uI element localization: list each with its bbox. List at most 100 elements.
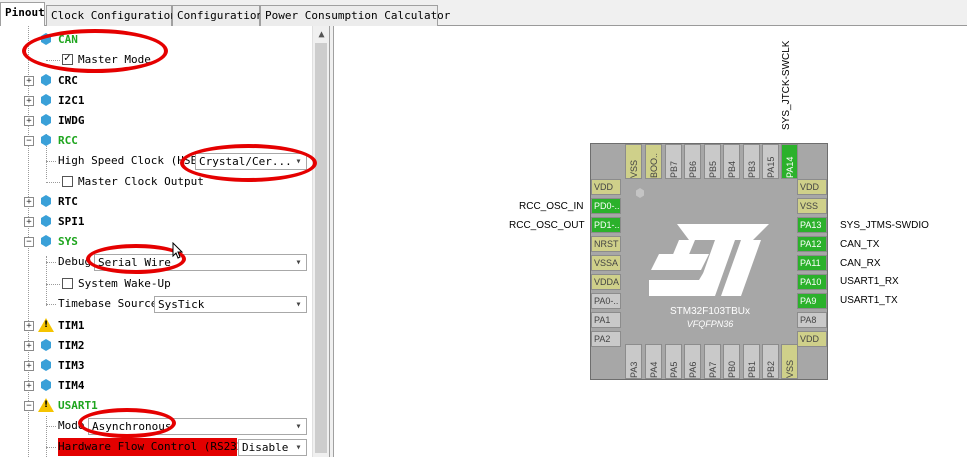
- expand-icon[interactable]: +: [24, 116, 34, 126]
- expand-icon[interactable]: +: [24, 341, 34, 351]
- tab-bar: Pinout Clock Configuration Configuration…: [0, 0, 967, 27]
- tree-node-spi1[interactable]: + SPI1: [0, 214, 312, 234]
- tree-leaf-flow-control: Hardware Flow Control (RS232) Disable ▾: [0, 439, 312, 457]
- dropdown-arrow-icon[interactable]: ▾: [291, 297, 306, 312]
- tab-power-consumption-calculator[interactable]: Power Consumption Calculator: [260, 5, 450, 26]
- pin-signal-label-pd1: RCC_OSC_OUT: [509, 220, 585, 231]
- flow-control-select[interactable]: Disable ▾: [238, 439, 307, 456]
- pin-top-pa15[interactable]: PA15: [762, 144, 779, 179]
- warning-icon: !: [38, 398, 54, 412]
- collapse-icon[interactable]: −: [24, 237, 34, 247]
- node-label: TIM3: [58, 359, 85, 372]
- pin-right-pa11[interactable]: PA11: [797, 255, 827, 271]
- tree-node-tim3[interactable]: + TIM3: [0, 358, 312, 378]
- tree-node-tim1[interactable]: + ! TIM1: [0, 318, 312, 338]
- tab-pinout[interactable]: Pinout: [0, 2, 45, 27]
- pin-bottom-pa6[interactable]: PA6: [684, 344, 701, 379]
- pin-bottom-pb0[interactable]: PB0: [723, 344, 740, 379]
- tree-node-tim4[interactable]: + TIM4: [0, 378, 312, 398]
- pin-bottom-pa4[interactable]: PA4: [645, 344, 662, 379]
- node-label: I2C1: [58, 94, 85, 107]
- tree-node-iwdg[interactable]: + IWDG: [0, 113, 312, 133]
- tree-node-i2c1[interactable]: + I2C1: [0, 93, 312, 113]
- pin-bottom-pa3[interactable]: PA3: [625, 344, 642, 379]
- pin-signal-label-pa9: USART1_TX: [840, 295, 898, 306]
- hexagon-peripheral-icon: [41, 235, 51, 247]
- mouse-cursor-icon: [172, 242, 184, 259]
- expand-icon[interactable]: +: [24, 96, 34, 106]
- pin-right-vdd-2[interactable]: VDD: [797, 331, 827, 347]
- scroll-up-icon[interactable]: ▲: [313, 26, 329, 43]
- collapse-icon[interactable]: −: [24, 401, 34, 411]
- flow-control-select-value: Disable: [242, 441, 289, 454]
- dropdown-arrow-icon[interactable]: ▾: [291, 440, 306, 455]
- pin-top-pb5[interactable]: PB5: [704, 144, 721, 179]
- hexagon-peripheral-icon: [41, 359, 51, 371]
- tree-scrollbar[interactable]: ▲: [312, 26, 329, 457]
- pin-top-pb7[interactable]: PB7: [665, 144, 682, 179]
- scroll-thumb[interactable]: [315, 43, 327, 453]
- tree-node-crc[interactable]: + CRC: [0, 73, 312, 93]
- pin-right-pa12[interactable]: PA12: [797, 236, 827, 252]
- st-logo-icon: [649, 224, 769, 296]
- pin-right-vss[interactable]: VSS: [797, 198, 827, 214]
- chip-package: VFQFPN36: [686, 319, 734, 329]
- pin-bottom-pa7[interactable]: PA7: [704, 344, 721, 379]
- pin-top-pb3[interactable]: PB3: [743, 144, 760, 179]
- pin-left-pd1[interactable]: PD1-..: [591, 217, 621, 233]
- pin-bottom-pb1[interactable]: PB1: [743, 344, 760, 379]
- pin-signal-label-pa11: CAN_RX: [840, 258, 881, 269]
- dropdown-arrow-icon[interactable]: ▾: [291, 255, 306, 270]
- pin-right-pa10[interactable]: PA10: [797, 274, 827, 290]
- dropdown-arrow-icon[interactable]: ▾: [291, 419, 306, 434]
- expand-icon[interactable]: +: [24, 197, 34, 207]
- node-label: TIM2: [58, 339, 85, 352]
- pin-top-vss[interactable]: VSS: [625, 144, 642, 179]
- flow-control-label: Hardware Flow Control (RS232): [58, 440, 251, 453]
- tab-configuration[interactable]: Configuration: [172, 5, 263, 26]
- timebase-select[interactable]: SysTick ▾: [154, 296, 307, 313]
- pin-left-vdda[interactable]: VDDA: [591, 274, 621, 290]
- node-label: SYS: [58, 235, 78, 248]
- pin-top-pb4[interactable]: PB4: [723, 144, 740, 179]
- node-label: CRC: [58, 74, 78, 87]
- expand-icon[interactable]: +: [24, 381, 34, 391]
- peripheral-tree: CAN ✓ Master Mode + CRC + I2C1 + IWDG − …: [0, 26, 330, 457]
- expand-icon[interactable]: +: [24, 76, 34, 86]
- pin-left-pd0[interactable]: PD0-..: [591, 198, 621, 214]
- timebase-select-value: SysTick: [158, 298, 205, 311]
- expand-icon[interactable]: +: [24, 217, 34, 227]
- warning-icon: !: [38, 318, 54, 332]
- pin-top-pa14[interactable]: PA14: [781, 144, 798, 179]
- expand-icon[interactable]: +: [24, 361, 34, 371]
- hexagon-peripheral-icon: [41, 94, 51, 106]
- pin-signal-label-pd0: RCC_OSC_IN: [519, 201, 584, 212]
- pin-top-pb6[interactable]: PB6: [684, 144, 701, 179]
- node-label: TIM4: [58, 379, 85, 392]
- master-clock-output-label: Master Clock Output: [78, 175, 204, 188]
- pin-signal-label-pa14: SYS_JTCK-SWCLK: [781, 40, 792, 130]
- pin-left-vssa[interactable]: VSSA: [591, 255, 621, 271]
- pin-right-pa13[interactable]: PA13: [797, 217, 827, 233]
- pin-top-boot0[interactable]: BOO..: [645, 144, 662, 179]
- tree-leaf-timebase: Timebase Source SysTick ▾: [0, 296, 312, 316]
- hexagon-peripheral-icon: [41, 379, 51, 391]
- pin-bottom-pa5[interactable]: PA5: [665, 344, 682, 379]
- master-clock-output-checkbox[interactable]: [62, 176, 73, 187]
- pin-bottom-pb2[interactable]: PB2: [762, 344, 779, 379]
- pin-left-pa2[interactable]: PA2: [591, 331, 621, 347]
- pin-left-nrst[interactable]: NRST: [591, 236, 621, 252]
- tree-node-tim2[interactable]: + TIM2: [0, 338, 312, 358]
- tab-clock-configuration[interactable]: Clock Configuration: [46, 5, 177, 26]
- tree-node-rtc[interactable]: + RTC: [0, 194, 312, 214]
- node-label: RCC: [58, 134, 78, 147]
- expand-icon[interactable]: +: [24, 321, 34, 331]
- collapse-icon[interactable]: −: [24, 136, 34, 146]
- system-wakeup-label: System Wake-Up: [78, 277, 171, 290]
- system-wakeup-checkbox[interactable]: [62, 278, 73, 289]
- pin-bottom-vss[interactable]: VSS: [781, 344, 798, 379]
- hexagon-peripheral-icon: [41, 74, 51, 86]
- pin-left-vdd[interactable]: VDD: [591, 179, 621, 195]
- pin-right-vdd[interactable]: VDD: [797, 179, 827, 195]
- node-label: SPI1: [58, 215, 85, 228]
